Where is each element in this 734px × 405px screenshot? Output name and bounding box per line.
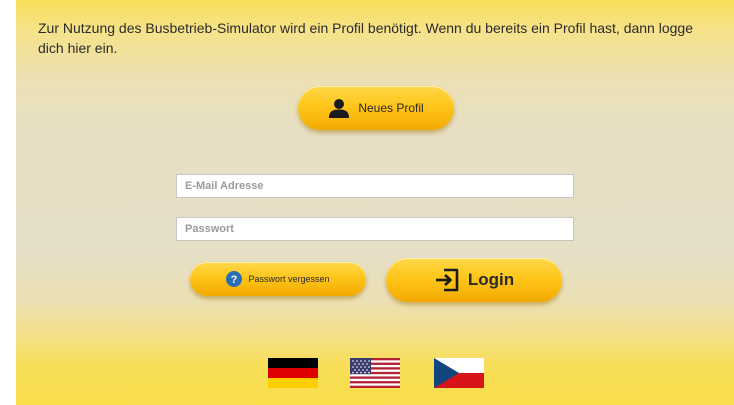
question-circle-icon: ? xyxy=(226,271,243,287)
svg-text:?: ? xyxy=(231,274,238,286)
password-field[interactable] xyxy=(176,217,574,241)
flag-germany-icon[interactable] xyxy=(268,358,318,388)
email-field[interactable] xyxy=(176,174,574,198)
new-profile-button[interactable]: Neues Profil xyxy=(298,86,454,130)
new-profile-label: Neues Profil xyxy=(358,101,424,115)
intro-text: Zur Nutzung des Busbetrieb-Simulator wir… xyxy=(38,20,693,56)
forgot-password-label: Passwort vergessen xyxy=(248,274,330,284)
forgot-password-button[interactable]: ? Passwort vergessen xyxy=(190,262,366,296)
login-button[interactable]: Login xyxy=(386,258,562,302)
login-panel: Zur Nutzung des Busbetrieb-Simulator wir… xyxy=(16,0,734,405)
flag-czech-icon[interactable] xyxy=(434,358,484,388)
user-icon xyxy=(328,98,350,118)
sign-in-icon xyxy=(434,268,460,292)
login-label: Login xyxy=(467,270,515,289)
flag-usa-icon[interactable] xyxy=(350,358,400,388)
